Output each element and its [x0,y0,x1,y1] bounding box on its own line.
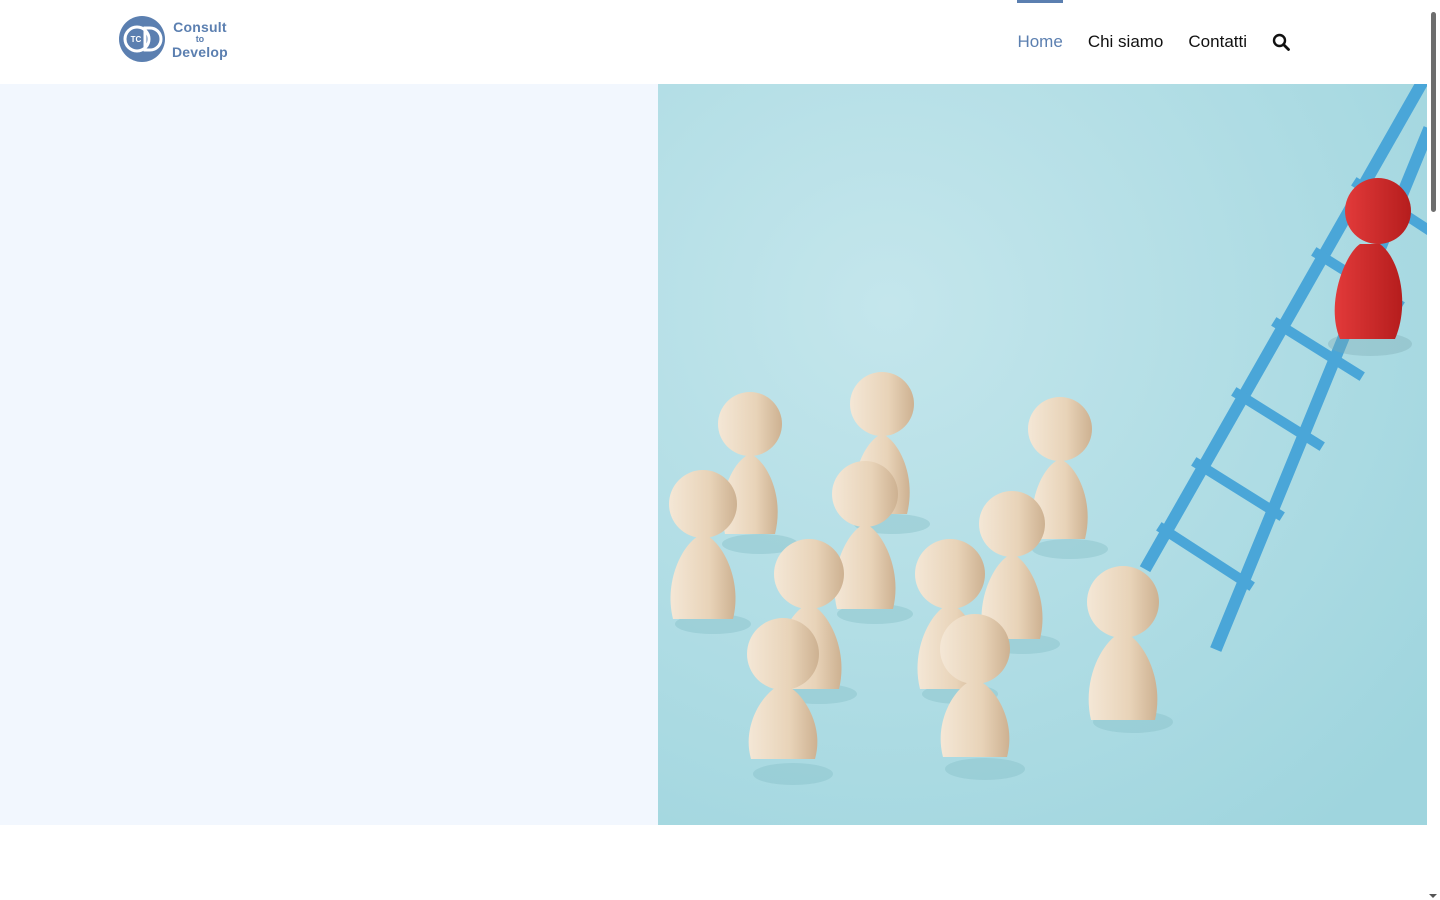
site-logo[interactable]: TC Consult to Develop [118,14,248,64]
hero-left-panel [0,84,658,825]
logo-line-3: Develop [172,43,228,60]
main-nav: Home Chi siamo Contatti [992,0,1290,84]
scrollbar-thumb[interactable] [1431,12,1436,212]
page-scrollbar[interactable] [1427,0,1440,900]
logo-line-1: Consult [173,18,227,35]
site-header: TC Consult to Develop Home Chi siamo Con… [0,0,1427,84]
hero-illustration [658,84,1427,825]
scroll-down-arrow-icon[interactable] [1429,894,1437,898]
hero-image [658,84,1427,825]
logo-mark-icon: TC [119,16,165,62]
search-icon[interactable] [1272,33,1290,51]
nav-item-contatti[interactable]: Contatti [1188,0,1247,84]
svg-text:TC: TC [131,35,142,44]
nav-item-chi-siamo[interactable]: Chi siamo [1088,0,1164,84]
logo-line-2: to [195,33,205,44]
logo-text: Consult to Develop [172,20,228,59]
nav-item-home[interactable]: Home [1017,0,1064,84]
